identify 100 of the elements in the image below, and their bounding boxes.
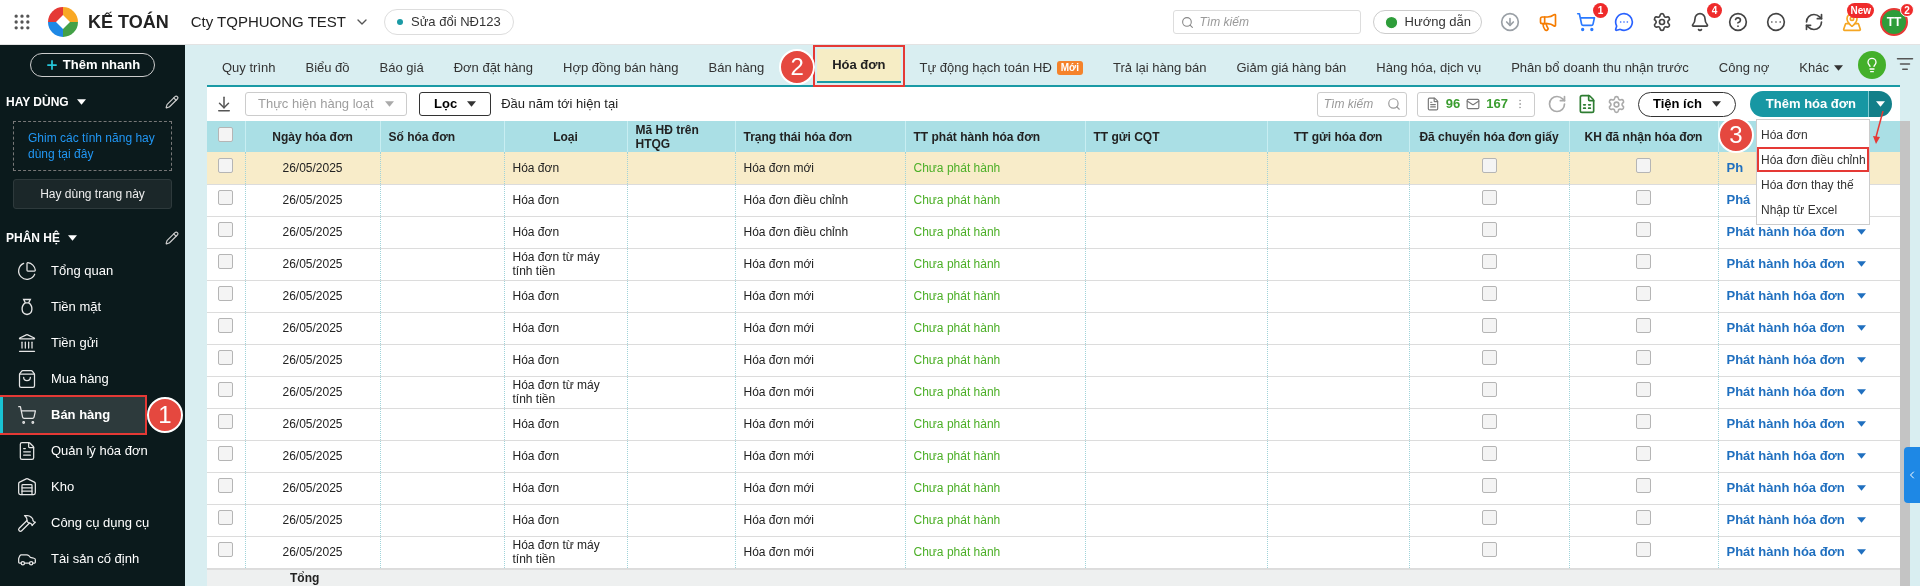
lightbulb-button[interactable] bbox=[1858, 51, 1886, 79]
table-row[interactable]: 26/05/2025 Hóa đơn Hóa đơn mới Chưa phát hành Phát hành hóa đơn bbox=[207, 440, 1900, 472]
checkbox[interactable] bbox=[1636, 382, 1651, 397]
checkbox[interactable] bbox=[1481, 414, 1497, 429]
download-icon[interactable] bbox=[1500, 12, 1520, 32]
checkbox[interactable] bbox=[218, 446, 234, 461]
refresh-icon[interactable] bbox=[1546, 94, 1567, 114]
checkbox[interactable] bbox=[1636, 414, 1651, 429]
checkbox[interactable] bbox=[1636, 478, 1651, 493]
checkbox[interactable] bbox=[218, 254, 234, 269]
caret-icon[interactable] bbox=[1856, 325, 1866, 331]
issue-invoice-link[interactable]: Phát hành hóa đơn bbox=[1726, 542, 1845, 562]
checkbox[interactable] bbox=[1481, 382, 1497, 397]
tab[interactable]: Giảm giá hàng bán bbox=[1221, 51, 1362, 85]
checkbox[interactable] bbox=[1481, 222, 1497, 237]
table-row[interactable]: 26/05/2025 Hóa đơn từ máy tính tiền Hóa đơn mới Chưa phát hành Phát hành hóa đơn bbox=[207, 376, 1900, 408]
checkbox[interactable] bbox=[1481, 510, 1497, 525]
list-settings-icon[interactable] bbox=[1896, 55, 1914, 73]
tab[interactable]: Hợp đồng bán hàng bbox=[548, 51, 694, 85]
caret-icon[interactable] bbox=[1856, 229, 1866, 235]
checkbox[interactable] bbox=[1636, 286, 1651, 301]
checkbox[interactable] bbox=[218, 542, 234, 557]
tab[interactable]: Bán hàng bbox=[693, 51, 780, 85]
tab[interactable]: Hàng hóa, dịch vụ bbox=[1361, 51, 1497, 85]
caret-icon[interactable] bbox=[1856, 357, 1866, 363]
checkbox[interactable] bbox=[218, 222, 234, 237]
module-item[interactable]: Kho bbox=[0, 469, 181, 505]
sort-arrow-icon[interactable] bbox=[215, 95, 233, 113]
tab[interactable]: Tự động hạch toán HĐ Mới bbox=[904, 51, 1098, 85]
settings-icon[interactable] bbox=[1652, 12, 1672, 32]
checkbox[interactable] bbox=[1636, 254, 1651, 269]
checkbox[interactable] bbox=[218, 318, 234, 333]
tab[interactable]: Quy trình bbox=[207, 51, 291, 85]
checkbox[interactable] bbox=[1481, 478, 1497, 493]
menu-item[interactable]: Hóa đơn bbox=[1757, 122, 1869, 147]
issue-invoice-link[interactable]: Phát hành hóa đơn bbox=[1726, 446, 1845, 466]
table-row[interactable]: 26/05/2025 Hóa đơn Hóa đơn mới Chưa phát hành Phát hành hóa đơn bbox=[207, 504, 1900, 536]
tab[interactable]: Biểu đồ bbox=[290, 51, 365, 85]
search-field[interactable]: Tìm kiếm bbox=[1172, 10, 1361, 34]
checkbox[interactable] bbox=[1481, 286, 1497, 301]
checkbox[interactable] bbox=[218, 478, 234, 493]
checkbox[interactable] bbox=[218, 382, 234, 397]
checkbox[interactable] bbox=[218, 190, 234, 205]
checkbox[interactable] bbox=[1636, 350, 1651, 365]
caret-icon[interactable] bbox=[1856, 485, 1866, 491]
caret-icon[interactable] bbox=[1856, 517, 1866, 523]
checkbox[interactable] bbox=[1636, 446, 1651, 461]
module-item[interactable]: Tổng quan bbox=[0, 253, 181, 289]
checkbox[interactable] bbox=[218, 414, 234, 429]
caret-icon[interactable] bbox=[1856, 389, 1866, 395]
checkbox[interactable] bbox=[1481, 318, 1497, 333]
module-item[interactable]: Quản lý hóa đơn bbox=[0, 433, 181, 469]
cart-icon[interactable] bbox=[1576, 12, 1596, 32]
checkbox[interactable] bbox=[218, 126, 234, 142]
checkbox[interactable] bbox=[218, 286, 234, 301]
help-icon[interactable] bbox=[1728, 12, 1748, 32]
caret-icon[interactable] bbox=[1856, 261, 1866, 267]
tab[interactable]: Báo giá bbox=[364, 51, 439, 85]
table-row[interactable]: 26/05/2025 Hóa đơn Hóa đơn mới Chưa phát hành Phát hành hóa đơn bbox=[207, 408, 1900, 440]
checkbox[interactable] bbox=[1481, 254, 1497, 269]
issue-invoice-link[interactable]: Phát hành hóa đơn bbox=[1726, 318, 1845, 338]
table-row[interactable]: 26/05/2025 Hóa đơn Hóa đơn điều chỉnh Chưa phát hành Phát hành hóa đơn bbox=[207, 216, 1900, 248]
table-search-field[interactable]: Tìm kiếm bbox=[1316, 91, 1407, 117]
caret-icon[interactable] bbox=[1856, 453, 1866, 459]
edit-icon[interactable] bbox=[165, 95, 179, 109]
filter-dropdown[interactable]: Lọc bbox=[419, 92, 492, 116]
issue-invoice-link[interactable]: Ph bbox=[1726, 158, 1744, 178]
issue-invoice-link[interactable]: Phát hành hóa đơn bbox=[1726, 478, 1845, 498]
issue-invoice-link[interactable]: Phát hành hóa đơn bbox=[1726, 510, 1845, 530]
sync-icon[interactable] bbox=[1804, 12, 1824, 32]
tab[interactable]: Khác bbox=[1784, 51, 1858, 85]
side-panel-handle[interactable] bbox=[1904, 447, 1920, 503]
checkbox[interactable] bbox=[1481, 350, 1497, 365]
chat-icon[interactable] bbox=[1614, 12, 1634, 32]
issue-invoice-link[interactable]: Phát hành hóa đơn bbox=[1726, 350, 1845, 370]
table-row[interactable]: 26/05/2025 Hóa đơn Hóa đơn mới Chưa phát hành Phát hành hóa đơn bbox=[207, 472, 1900, 504]
add-menu-toggle[interactable] bbox=[1868, 91, 1892, 117]
caret-icon[interactable] bbox=[1856, 549, 1866, 555]
checkbox[interactable] bbox=[1481, 190, 1497, 205]
bell-icon[interactable] bbox=[1690, 12, 1710, 32]
scrollbar[interactable] bbox=[1900, 121, 1910, 586]
issue-invoice-link[interactable]: Phát hành hóa đơn bbox=[1726, 222, 1845, 242]
issue-invoice-link[interactable]: Phát hành hóa đơn bbox=[1726, 286, 1845, 306]
issue-invoice-link[interactable]: Phá bbox=[1726, 190, 1751, 210]
apps-menu-icon[interactable] bbox=[12, 12, 32, 32]
company-selector[interactable]: Cty TQPHUONG TEST bbox=[190, 10, 370, 34]
table-row[interactable]: 26/05/2025 Hóa đơn từ máy tính tiền Hóa đơn mới Chưa phát hành Phát hành hóa đơn bbox=[207, 248, 1900, 280]
pin-page-button[interactable]: Hay dùng trang này bbox=[13, 179, 172, 209]
checkbox[interactable] bbox=[1481, 542, 1497, 557]
module-item[interactable]: Công cụ dụng cụ bbox=[0, 505, 181, 541]
tab[interactable]: Phân bổ doanh thu nhận trước bbox=[1496, 51, 1704, 85]
checkbox[interactable] bbox=[1636, 190, 1651, 205]
checkbox[interactable] bbox=[1636, 542, 1651, 557]
module-item[interactable]: Tài sản cố định bbox=[0, 541, 181, 577]
table-row[interactable]: 26/05/2025 Hóa đơn từ máy tính tiền Hóa đơn mới Chưa phát hành Phát hành hóa đơn bbox=[207, 536, 1900, 568]
add-invoice-button[interactable]: Thêm hóa đơn bbox=[1749, 91, 1868, 117]
module-item[interactable]: Tiền mặt bbox=[0, 289, 181, 325]
table-row[interactable]: 26/05/2025 Hóa đơn Hóa đơn mới Chưa phát hành Phát hành hóa đơn bbox=[207, 344, 1900, 376]
checkbox[interactable] bbox=[218, 157, 234, 173]
checkbox[interactable] bbox=[1636, 157, 1651, 173]
